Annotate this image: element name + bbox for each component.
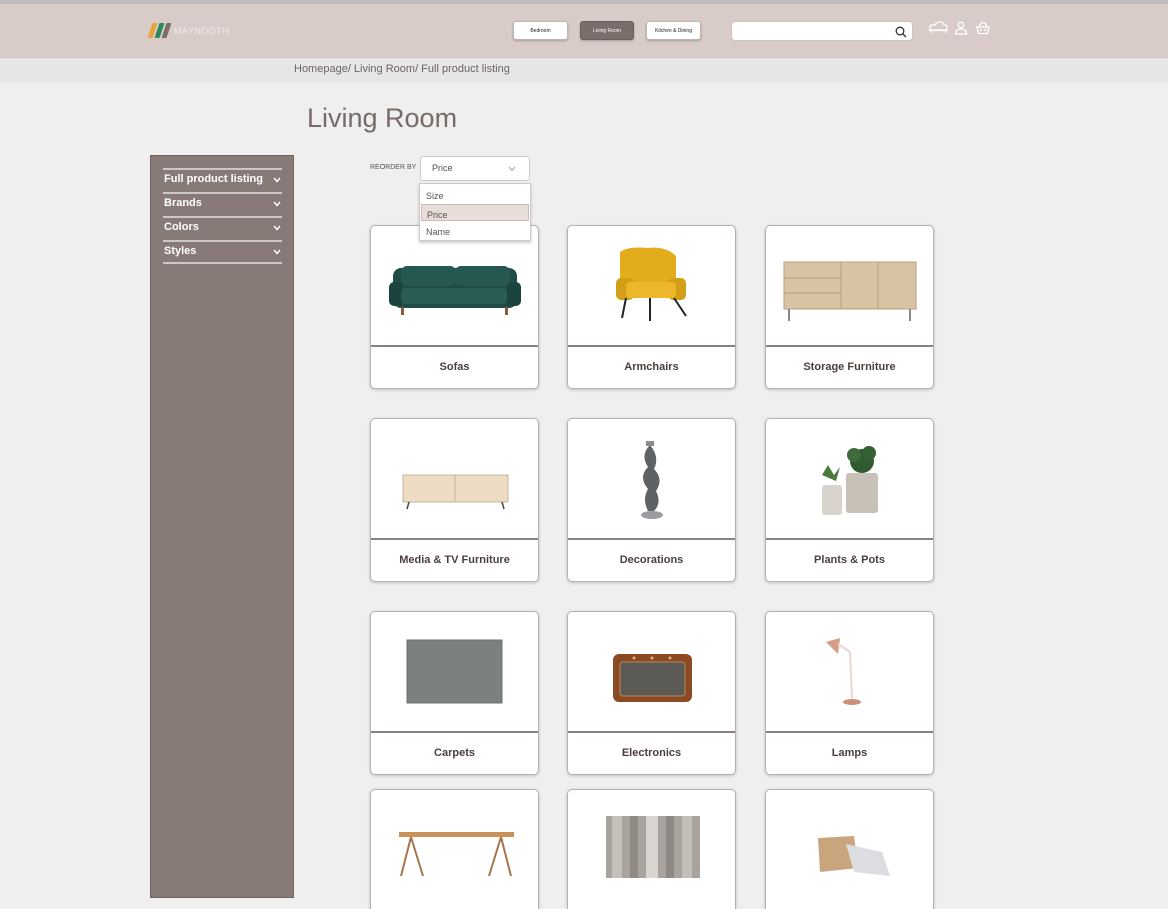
filter-colors[interactable]: Colors	[163, 216, 282, 238]
grey-carpet-image	[406, 639, 503, 704]
category-label: Decorations	[568, 538, 735, 581]
user-icon[interactable]	[954, 21, 968, 40]
category-card-cushions[interactable]	[765, 789, 934, 909]
category-label: Electronics	[568, 731, 735, 774]
desk-lamp-image	[826, 638, 861, 705]
chevron-down-icon	[508, 166, 516, 172]
search-input[interactable]	[732, 22, 892, 42]
category-label: Plants & Pots	[766, 538, 933, 581]
category-card-media-tv-furniture[interactable]: Media & TV Furniture	[370, 418, 539, 582]
search-box	[731, 21, 913, 43]
nav-bedroom[interactable]: Bedroom	[513, 21, 568, 40]
basket-icon[interactable]	[975, 21, 991, 40]
sculpture-image	[641, 441, 663, 519]
cushions-image	[818, 836, 890, 876]
reorder-dropdown: Size Price Name	[419, 183, 531, 241]
category-card-electronics[interactable]: Electronics	[567, 611, 736, 775]
filter-label: Brands	[164, 197, 202, 209]
chevron-down-icon	[273, 177, 281, 183]
reorder-label: REORDER BY	[370, 164, 417, 171]
category-label: Storage Furniture	[766, 345, 933, 388]
category-card-lamps[interactable]: Lamps	[765, 611, 934, 775]
breadcrumb[interactable]: Homepage/ Living Room/ Full product list…	[294, 63, 510, 75]
search-icon[interactable]	[895, 25, 907, 43]
reorder-select[interactable]: Price	[420, 156, 530, 181]
filter-styles[interactable]: Styles	[163, 240, 282, 264]
category-card-armchairs[interactable]: Armchairs	[567, 225, 736, 389]
category-label: Lamps	[766, 731, 933, 774]
potted-plants-image	[822, 446, 878, 515]
nav-kitchen-dining[interactable]: Kitchen & Dining	[646, 21, 701, 40]
category-card-carpets[interactable]: Carpets	[370, 611, 539, 775]
chevron-down-icon	[273, 249, 281, 255]
site-header: MAYNOOTH Bedroom Living Room Kitchen & D…	[0, 4, 1168, 58]
page-title: Living Room	[307, 103, 458, 133]
category-label: Sofas	[371, 345, 538, 388]
logo-mark	[147, 23, 172, 38]
category-card-storage-furniture[interactable]: Storage Furniture	[765, 225, 934, 389]
chevron-down-icon	[273, 201, 281, 207]
category-card-sofas[interactable]: Sofas	[370, 225, 539, 389]
wooden-sideboard-image	[783, 261, 917, 321]
category-card-plants-pots[interactable]: Plants & Pots	[765, 418, 934, 582]
yellow-armchair-image	[616, 247, 687, 321]
reorder-selected-value: Price	[432, 163, 453, 173]
category-label: Armchairs	[568, 345, 735, 388]
filter-label: Full product listing	[164, 173, 263, 185]
category-card-tables[interactable]	[370, 789, 539, 909]
category-label: Media & TV Furniture	[371, 538, 538, 581]
sofa-icon[interactable]	[928, 21, 948, 40]
logo[interactable]: MAYNOOTH	[147, 23, 230, 38]
filter-full-product-listing[interactable]: Full product listing	[163, 168, 282, 190]
chevron-down-icon	[273, 225, 281, 231]
curtains-image	[606, 816, 700, 878]
tv-stand-image	[402, 474, 509, 510]
filter-label: Colors	[164, 221, 199, 233]
filter-sidebar: Full product listing Brands Colors Style…	[150, 155, 294, 898]
green-sofa-image	[389, 266, 521, 315]
nav-living-room[interactable]: Living Room	[580, 21, 634, 40]
filter-brands[interactable]: Brands	[163, 192, 282, 214]
category-label: Carpets	[371, 731, 538, 774]
sort-option-price[interactable]: Price	[421, 204, 529, 221]
wooden-table-image	[399, 832, 514, 877]
sort-option-size[interactable]: Size	[421, 186, 529, 203]
sort-option-name[interactable]: Name	[421, 222, 529, 239]
filter-label: Styles	[164, 245, 197, 257]
category-card-decorations[interactable]: Decorations	[567, 418, 736, 582]
breadcrumb-bar: Homepage/ Living Room/ Full product list…	[0, 58, 1168, 82]
category-card-curtains[interactable]	[567, 789, 736, 909]
logo-text: MAYNOOTH	[174, 25, 230, 36]
retro-speaker-image	[613, 654, 692, 702]
